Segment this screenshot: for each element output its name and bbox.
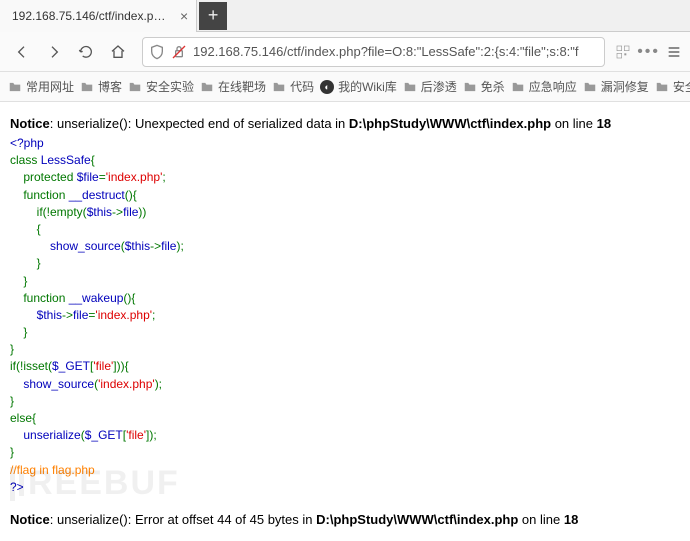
php-notice: Notice: unserialize(): Error at offset 4… [10, 512, 680, 527]
lock-strike-icon [171, 44, 187, 60]
folder-icon [511, 80, 525, 94]
bookmark-item[interactable]: 代码 [272, 78, 314, 95]
toolbar-right: ••• [615, 43, 682, 61]
folder-icon [272, 80, 286, 94]
bookmark-item[interactable]: ◐我的Wiki库 [320, 78, 397, 95]
overflow-dots[interactable]: ••• [637, 43, 660, 61]
bookmark-item[interactable]: 安全文 [655, 78, 690, 95]
wiki-icon: ◐ [320, 80, 334, 94]
back-button[interactable] [8, 38, 36, 66]
bookmark-item[interactable]: 在线靶场 [200, 78, 266, 95]
tab-bar: 192.168.75.146/ctf/index.php?fil × + [0, 0, 690, 32]
folder-icon [403, 80, 417, 94]
bookmark-item[interactable]: 后渗透 [403, 78, 457, 95]
new-tab-button[interactable]: + [199, 2, 227, 30]
bookmark-item[interactable]: 常用网址 [8, 78, 74, 95]
php-notice: Notice: unserialize(): Unexpected end of… [10, 116, 680, 131]
bookmark-item[interactable]: 安全实验 [128, 78, 194, 95]
watermark: REEBUF [10, 464, 180, 503]
tab-title: 192.168.75.146/ctf/index.php?fil [12, 9, 172, 23]
bookmark-item[interactable]: 免杀 [463, 78, 505, 95]
folder-icon [655, 80, 669, 94]
folder-icon [80, 80, 94, 94]
folder-icon [200, 80, 214, 94]
url-bar[interactable]: 192.168.75.146/ctf/index.php?file=O:8:"L… [142, 37, 605, 67]
folder-icon [583, 80, 597, 94]
folder-icon [463, 80, 477, 94]
bookmark-item[interactable]: 漏洞修复 [583, 78, 649, 95]
qr-icon[interactable] [615, 44, 631, 60]
home-button[interactable] [104, 38, 132, 66]
shield-icon [149, 44, 165, 60]
reload-button[interactable] [72, 38, 100, 66]
bookmark-item[interactable]: 博客 [80, 78, 122, 95]
browser-tab[interactable]: 192.168.75.146/ctf/index.php?fil × [0, 0, 197, 32]
close-icon[interactable]: × [180, 8, 188, 24]
hamburger-icon[interactable] [666, 44, 682, 60]
bookmark-item[interactable]: 应急响应 [511, 78, 577, 95]
php-source: <?php class LessSafe{ protected $file='i… [10, 135, 680, 496]
bookmarks-bar: 常用网址 博客 安全实验 在线靶场 代码 ◐我的Wiki库 后渗透 免杀 应急响… [0, 72, 690, 102]
url-text: 192.168.75.146/ctf/index.php?file=O:8:"L… [193, 44, 579, 59]
forward-button[interactable] [40, 38, 68, 66]
folder-icon [8, 80, 22, 94]
folder-icon [128, 80, 142, 94]
nav-toolbar: 192.168.75.146/ctf/index.php?file=O:8:"L… [0, 32, 690, 72]
